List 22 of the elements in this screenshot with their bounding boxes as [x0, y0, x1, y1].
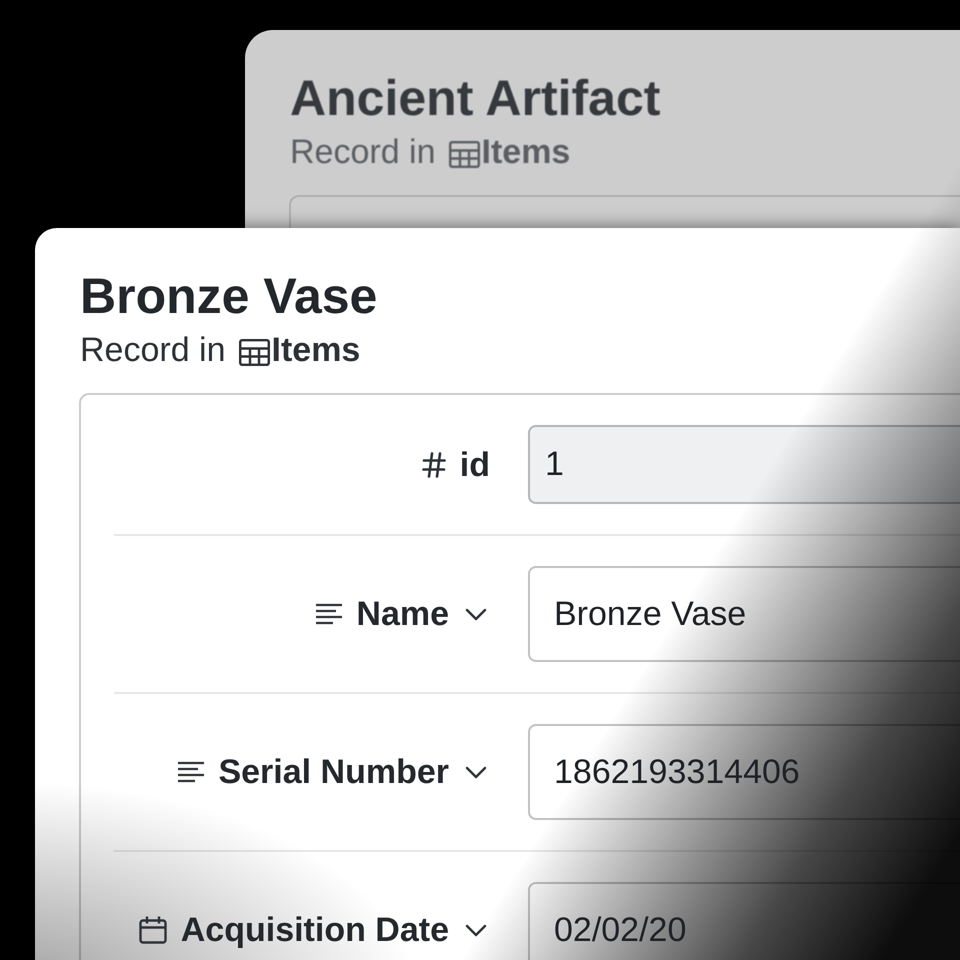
text-lines-icon	[316, 603, 342, 625]
table-icon	[238, 339, 270, 366]
record-subtitle: Record in	[290, 133, 436, 172]
record-subtitle: Record in	[80, 331, 226, 370]
chevron-down-icon[interactable]	[465, 924, 487, 936]
table-icon	[448, 141, 480, 168]
field-label: Name	[356, 594, 449, 634]
field-label: Serial Number	[218, 752, 449, 792]
input-field[interactable]: 02/02/20	[528, 882, 960, 960]
table-link[interactable]: Items	[272, 331, 360, 370]
chevron-down-icon[interactable]	[465, 608, 487, 620]
input-field[interactable]: Bronze Vase	[528, 566, 960, 662]
calendar-icon	[138, 916, 167, 944]
record-title: Bronze Vase	[80, 267, 378, 326]
hash-icon	[422, 452, 446, 478]
table-link[interactable]: Items	[482, 133, 570, 172]
field-label: Acquisition Date	[180, 910, 449, 950]
text-lines-icon	[178, 761, 204, 783]
record-title: Ancient Artifact	[290, 69, 662, 128]
input-field[interactable]: 1862193314406	[528, 724, 960, 820]
field-label: id	[460, 444, 490, 484]
chevron-down-icon[interactable]	[465, 766, 487, 778]
